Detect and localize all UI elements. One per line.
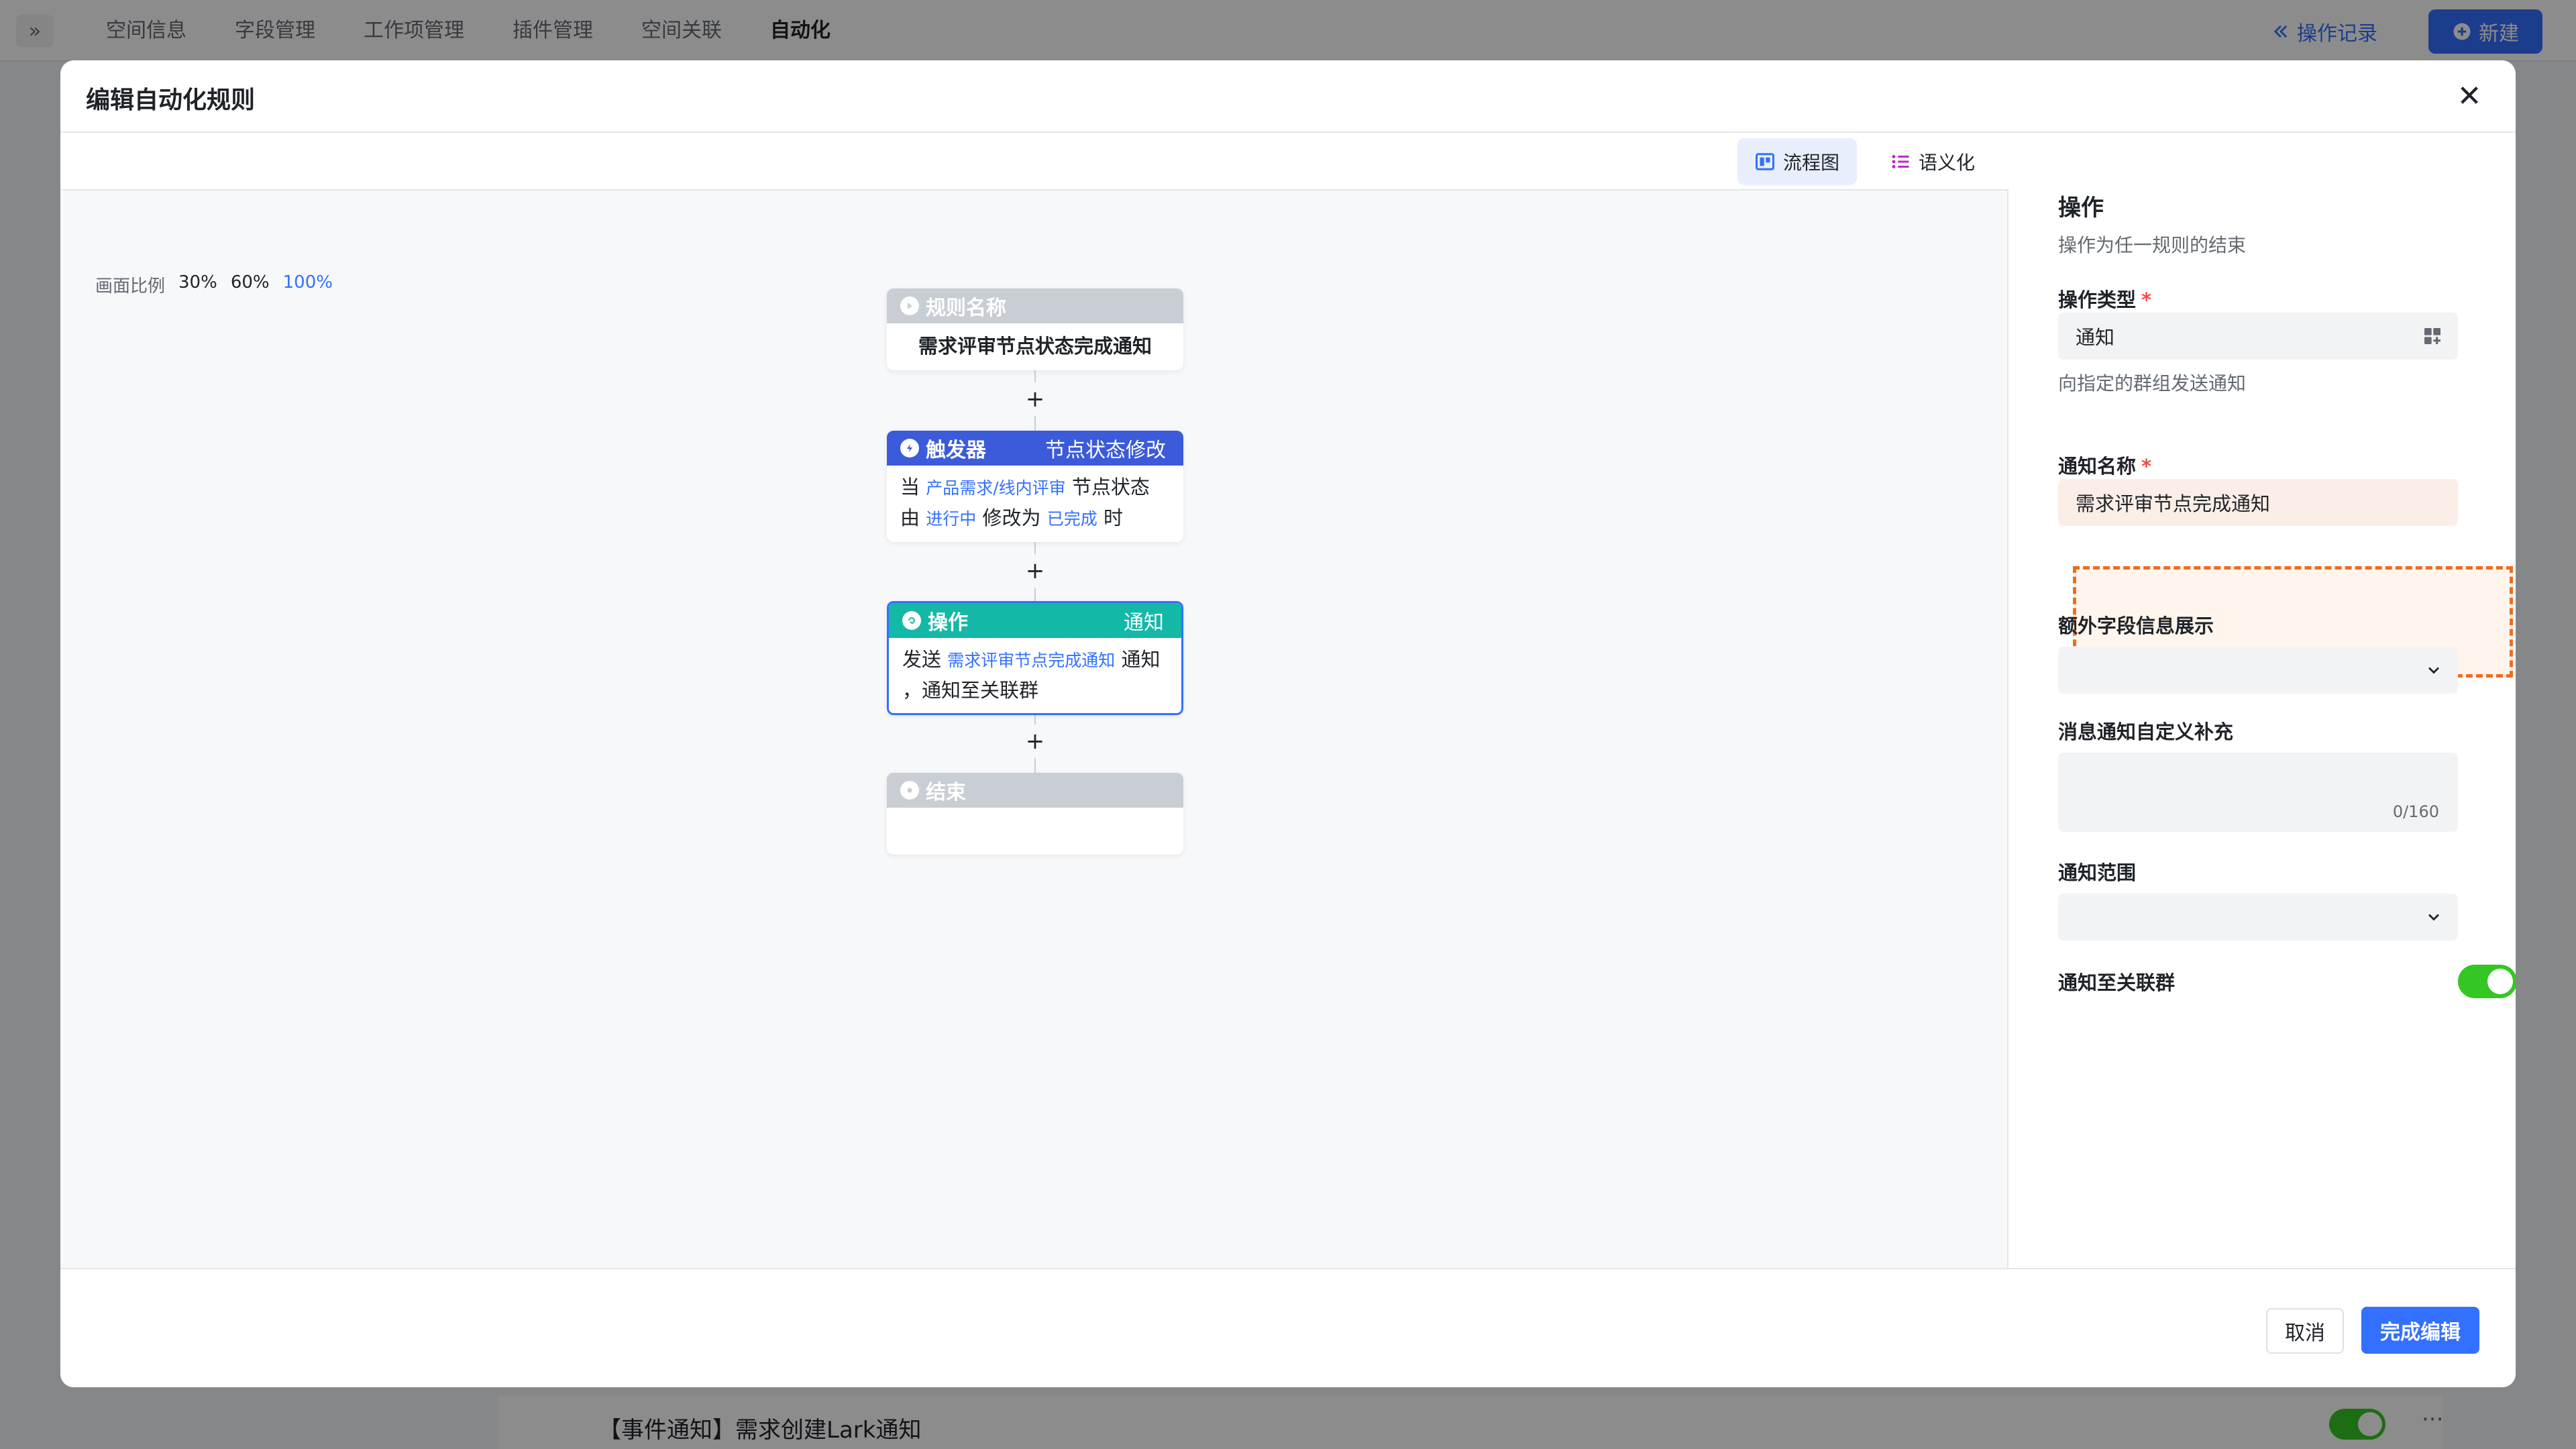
trigger-description: 当 产品需求/线内评审 节点状态 由 进行中 修改为 已完成 时 bbox=[887, 466, 1183, 541]
char-counter: 0/160 bbox=[2392, 802, 2439, 821]
trigger-text: 当 bbox=[900, 476, 920, 498]
action-text: 发送 bbox=[902, 648, 942, 671]
operation-type-select[interactable]: 通知 bbox=[2058, 313, 2458, 360]
view-semantic-button[interactable]: 语义化 bbox=[1873, 138, 1992, 185]
action-node-header: 操作 通知 bbox=[889, 603, 1181, 638]
modal-header: 编辑自动化规则 ✕ bbox=[60, 60, 2516, 133]
flowchart-icon bbox=[1756, 153, 1774, 170]
view-flowchart-button[interactable]: 流程图 bbox=[1737, 138, 1858, 185]
end-node[interactable]: 结束 bbox=[887, 773, 1183, 855]
trigger-from-status-link[interactable]: 进行中 bbox=[926, 509, 976, 529]
trigger-node[interactable]: 触发器 节点状态修改 当 产品需求/线内评审 节点状态 由 进行中 修改为 已完… bbox=[887, 431, 1183, 542]
trigger-node-link[interactable]: 产品需求/线内评审 bbox=[926, 478, 1065, 498]
stop-icon bbox=[900, 781, 919, 800]
action-text: 通知 bbox=[1121, 648, 1161, 671]
play-icon bbox=[900, 297, 919, 315]
action-description: 发送 需求评审节点完成通知 通知 ，通知至关联群 bbox=[889, 638, 1181, 712]
end-node-header: 结束 bbox=[887, 773, 1183, 808]
required-mark: * bbox=[2141, 455, 2152, 478]
view-switcher: 流程图 语义化 bbox=[60, 133, 2008, 191]
view-flowchart-label: 流程图 bbox=[1783, 152, 1840, 174]
add-step-button[interactable]: + bbox=[1018, 382, 1052, 416]
operation-type-value: 通知 bbox=[2076, 326, 2115, 349]
zoom-60-option[interactable]: 60% bbox=[231, 272, 270, 297]
action-text: ，通知至关联群 bbox=[902, 679, 1039, 702]
required-mark: * bbox=[2141, 288, 2152, 311]
trigger-text: 修改为 bbox=[982, 506, 1041, 529]
chevron-down-icon bbox=[2424, 647, 2443, 694]
custom-message-textarea[interactable]: 0/160 bbox=[2058, 753, 2458, 832]
chevron-down-icon bbox=[2424, 894, 2443, 941]
modal-title: 编辑自动化规则 bbox=[86, 87, 256, 114]
trigger-type-tag: 节点状态修改 bbox=[1045, 439, 1166, 462]
trigger-text: 由 bbox=[900, 506, 920, 529]
rule-name-node-header: 规则名称 bbox=[887, 288, 1183, 323]
notify-name-value: 需求评审节点完成通知 bbox=[2076, 492, 2271, 515]
trigger-text: 时 bbox=[1103, 506, 1123, 529]
action-notification-link[interactable]: 需求评审节点完成通知 bbox=[947, 651, 1115, 670]
flow-canvas[interactable]: 流程图 语义化 画面比例 30% 60% 100% + + + 规则名称 需求评… bbox=[60, 133, 2008, 1268]
zoom-scale-label: 画面比例 bbox=[95, 276, 166, 297]
extra-field-label: 额外字段信息展示 bbox=[2058, 614, 2214, 637]
trigger-node-header: 触发器 节点状态修改 bbox=[887, 431, 1183, 466]
list-icon bbox=[1892, 155, 1909, 168]
extra-field-select[interactable] bbox=[2058, 647, 2458, 694]
operation-type-label: 操作类型 * bbox=[2058, 284, 2151, 313]
notify-group-label: 通知至关联群 bbox=[2058, 971, 2176, 994]
operation-type-label-text: 操作类型 bbox=[2058, 288, 2137, 311]
action-node-title: 操作 bbox=[928, 611, 968, 635]
notify-scope-select[interactable] bbox=[2058, 894, 2458, 941]
zoom-scale: 画面比例 30% 60% 100% bbox=[95, 272, 333, 297]
end-node-title: 结束 bbox=[926, 781, 966, 804]
cancel-button[interactable]: 取消 bbox=[2266, 1308, 2344, 1354]
add-step-button[interactable]: + bbox=[1018, 724, 1052, 758]
action-node[interactable]: 操作 通知 发送 需求评审节点完成通知 通知 ，通知至关联群 bbox=[887, 601, 1183, 715]
close-icon[interactable]: ✕ bbox=[2450, 76, 2489, 115]
operation-type-hint: 向指定的群组发送通知 bbox=[2058, 372, 2247, 394]
trigger-node-title: 触发器 bbox=[926, 439, 986, 462]
finish-edit-button[interactable]: 完成编辑 bbox=[2361, 1307, 2479, 1354]
rule-name-node[interactable]: 规则名称 需求评审节点状态完成通知 bbox=[887, 288, 1183, 370]
panel-title: 操作 bbox=[2058, 195, 2104, 221]
zoom-100-option[interactable]: 100% bbox=[283, 272, 333, 297]
edit-automation-modal: 编辑自动化规则 ✕ 流程图 语义化 画面比例 30% 60% 100% + + … bbox=[60, 60, 2516, 1387]
lightning-icon bbox=[900, 439, 919, 458]
notify-name-label-text: 通知名称 bbox=[2058, 455, 2137, 478]
custom-message-label: 消息通知自定义补充 bbox=[2058, 720, 2234, 743]
notify-name-label: 通知名称 * bbox=[2058, 451, 2151, 479]
notify-group-toggle[interactable] bbox=[2458, 965, 2516, 998]
panel-subtitle: 操作为任一规则的结束 bbox=[2058, 234, 2247, 256]
trigger-text: 节点状态 bbox=[1071, 476, 1150, 498]
add-step-button[interactable]: + bbox=[1018, 554, 1052, 588]
rule-name-value: 需求评审节点状态完成通知 bbox=[918, 335, 1152, 358]
zoom-30-option[interactable]: 30% bbox=[178, 272, 217, 297]
grid-add-icon[interactable] bbox=[2422, 313, 2443, 360]
view-semantic-label: 语义化 bbox=[1919, 152, 1976, 174]
trigger-to-status-link[interactable]: 已完成 bbox=[1047, 509, 1097, 529]
action-config-panel: 操作 操作为任一规则的结束 操作类型 * 通知 向指定的群组发送通知 通知名称 * … bbox=[2010, 133, 2516, 1268]
rule-name-node-title: 规则名称 bbox=[926, 297, 1006, 320]
notify-scope-label: 通知范围 bbox=[2058, 861, 2137, 884]
action-type-tag: 通知 bbox=[1124, 611, 1164, 635]
modal-footer: 取消 完成编辑 bbox=[60, 1268, 2516, 1387]
action-icon bbox=[902, 611, 921, 630]
notify-name-input[interactable]: 需求评审节点完成通知 bbox=[2058, 479, 2458, 526]
